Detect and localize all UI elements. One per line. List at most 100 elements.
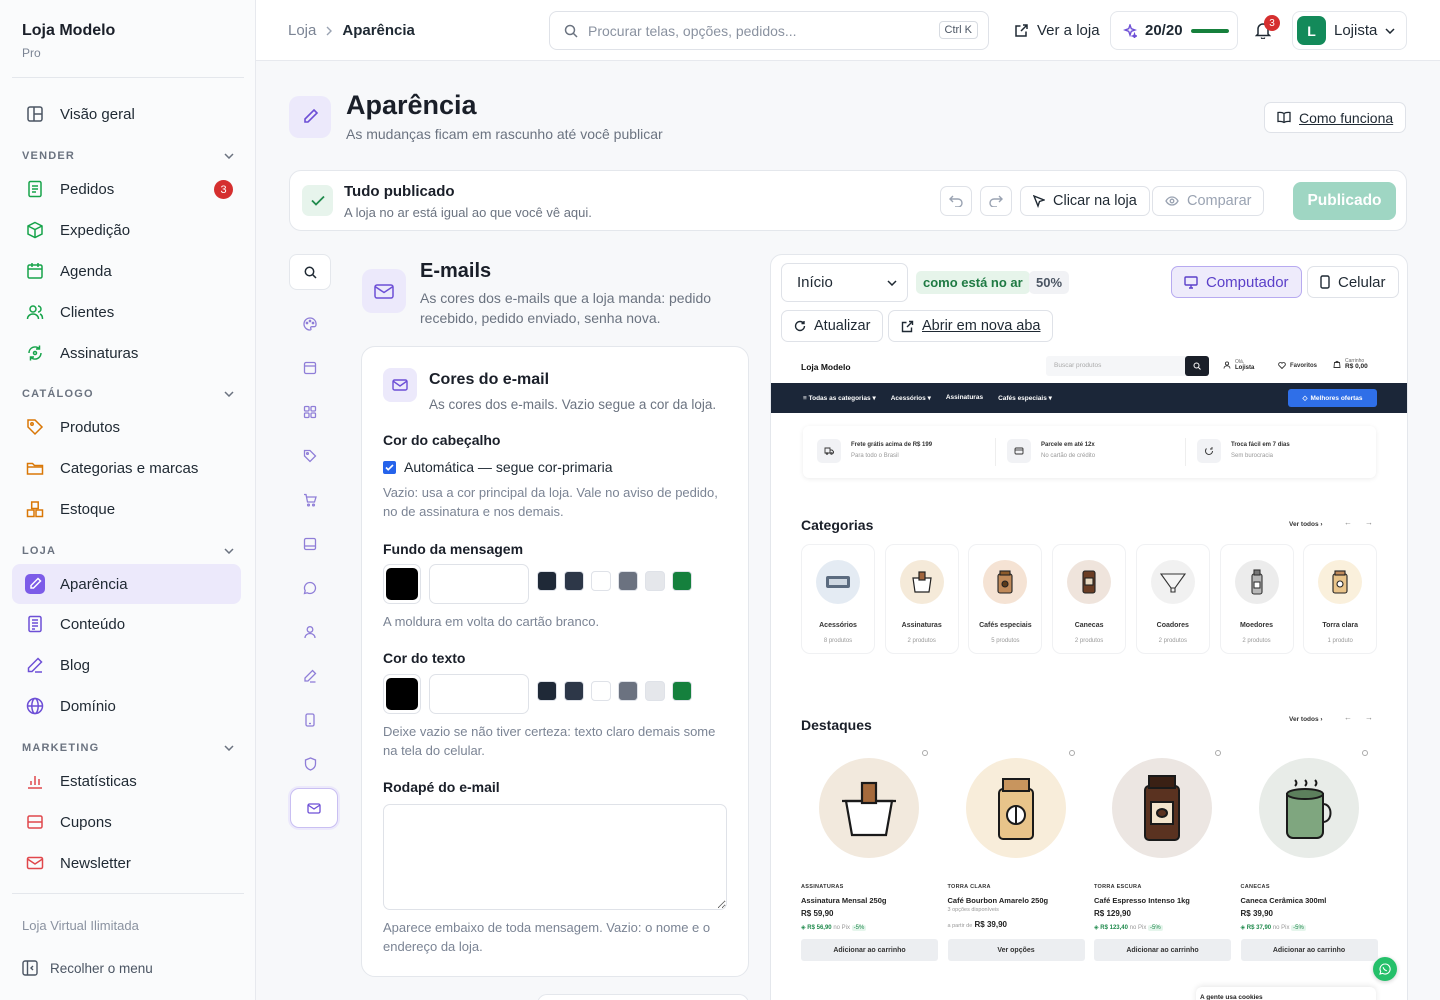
categories-prev[interactable]: ←: [1344, 518, 1352, 527]
redo-button[interactable]: [980, 186, 1012, 216]
category-card[interactable]: Acessórios 8 produtos: [802, 545, 874, 653]
category-card[interactable]: Canecas 2 produtos: [1053, 545, 1126, 653]
rail-emails[interactable]: [290, 788, 338, 828]
menu-acessorios[interactable]: Acessórios ▾: [891, 394, 931, 402]
rail-edit[interactable]: [290, 656, 330, 696]
category-card[interactable]: Assinaturas 2 produtos: [885, 545, 958, 653]
color-swatch[interactable]: [618, 681, 638, 701]
search-icon[interactable]: [1185, 356, 1209, 376]
preview-page-select[interactable]: Início: [781, 263, 908, 302]
header-auto-toggle[interactable]: Automática — segue cor-primaria: [383, 459, 613, 475]
product-action-button[interactable]: Ver opções: [947, 939, 1085, 961]
rail-chat[interactable]: [290, 568, 330, 608]
heart-icon[interactable]: [1215, 750, 1221, 756]
refresh-preview-button[interactable]: Atualizar: [781, 310, 884, 342]
menu-all-categories[interactable]: ≡ Todas as categorias ▾: [803, 394, 876, 402]
section-vender[interactable]: VENDER: [22, 150, 234, 162]
featured-next[interactable]: →: [1365, 713, 1373, 722]
menu-assinaturas[interactable]: Assinaturas: [946, 394, 983, 402]
sidebar-item-pedidos[interactable]: Pedidos 3: [12, 169, 241, 209]
store-cart[interactable]: Carrinho R$ 0,00: [1333, 358, 1368, 370]
published-button[interactable]: Publicado: [1293, 182, 1396, 220]
color-swatch[interactable]: [672, 681, 692, 701]
sidebar-item-overview[interactable]: Visão geral: [12, 94, 241, 134]
rail-mobile[interactable]: [290, 700, 330, 740]
sidebar-item-dominio[interactable]: Domínio: [12, 686, 241, 726]
sidebar-item-assinaturas[interactable]: Assinaturas: [12, 333, 241, 373]
rail-blocks[interactable]: [290, 392, 330, 432]
product-action-button[interactable]: Adicionar ao carrinho: [1094, 939, 1231, 961]
color-swatch[interactable]: [645, 681, 665, 701]
footer-textarea[interactable]: [383, 804, 727, 910]
checkbox-checked[interactable]: [383, 460, 396, 474]
sidebar-item-categorias[interactable]: Categorias e marcas: [12, 448, 241, 488]
category-card[interactable]: Torra clara 1 produto: [1304, 545, 1377, 653]
notifications-button[interactable]: 3: [1252, 11, 1280, 50]
section-catalogo[interactable]: CATÁLOGO: [22, 388, 234, 400]
whatsapp-icon[interactable]: [1373, 957, 1397, 981]
color-swatch[interactable]: [537, 571, 557, 591]
heart-icon[interactable]: [1068, 750, 1075, 756]
sidebar-item-estoque[interactable]: Estoque: [12, 489, 241, 529]
menu-cafes[interactable]: Cafés especiais ▾: [998, 394, 1052, 402]
heart-icon[interactable]: [1361, 750, 1368, 756]
breadcrumb-root[interactable]: Loja: [288, 22, 316, 39]
compare-button[interactable]: Comparar: [1152, 186, 1265, 216]
rail-account[interactable]: [290, 612, 330, 652]
text-color-picker[interactable]: [383, 674, 421, 714]
text-color-input[interactable]: [429, 674, 529, 714]
color-swatch[interactable]: [537, 681, 557, 701]
categories-see-all[interactable]: Ver todos ›: [1289, 521, 1323, 528]
how-it-works-button[interactable]: Como funciona: [1264, 102, 1407, 133]
mobile-view-button[interactable]: Celular: [1307, 266, 1399, 298]
open-new-tab-button[interactable]: Abrir em nova aba: [888, 310, 1054, 342]
undo-button[interactable]: [940, 186, 972, 216]
store-favorites[interactable]: Favoritos: [1278, 362, 1317, 369]
sidebar-item-estatisticas[interactable]: Estatísticas: [12, 761, 241, 801]
sidebar-item-newsletter[interactable]: Newsletter: [12, 843, 241, 883]
sidebar-item-produtos[interactable]: Produtos: [12, 407, 241, 447]
sidebar-item-agenda[interactable]: Agenda: [12, 251, 241, 291]
sidebar-item-conteudo[interactable]: Conteúdo: [12, 604, 241, 644]
heart-icon[interactable]: [922, 750, 928, 756]
rail-footer[interactable]: [290, 524, 330, 564]
sidebar-item-blog[interactable]: Blog: [12, 645, 241, 685]
rail-header[interactable]: [290, 348, 330, 388]
color-swatch[interactable]: [591, 571, 611, 591]
color-swatch[interactable]: [564, 571, 584, 591]
section-loja[interactable]: LOJA: [22, 545, 234, 557]
brand[interactable]: Loja Modelo Pro: [22, 22, 115, 60]
rail-product[interactable]: [290, 436, 330, 476]
user-menu[interactable]: L Lojista: [1292, 11, 1407, 50]
rail-cart[interactable]: [290, 480, 330, 520]
sidebar-item-cupons[interactable]: Cupons: [12, 802, 241, 842]
global-search[interactable]: Ctrl K: [549, 11, 989, 50]
sidebar-item-clientes[interactable]: Clientes: [12, 292, 241, 332]
featured-prev[interactable]: ←: [1344, 713, 1352, 722]
rail-security[interactable]: [290, 744, 330, 784]
background-color-input[interactable]: [429, 564, 529, 604]
click-store-button[interactable]: Clicar na loja: [1020, 186, 1150, 216]
desktop-view-button[interactable]: Computador: [1171, 266, 1302, 298]
rail-colors[interactable]: [290, 304, 330, 344]
category-card[interactable]: Cafés especiais 5 produtos: [969, 545, 1042, 653]
collapse-menu-button[interactable]: Recolher o menu: [22, 960, 153, 976]
section-search-button[interactable]: [289, 254, 331, 290]
color-swatch[interactable]: [564, 681, 584, 701]
category-card[interactable]: Moedores 2 produtos: [1220, 545, 1293, 653]
color-swatch[interactable]: [591, 681, 611, 701]
sidebar-item-aparencia[interactable]: Aparência: [12, 564, 241, 604]
category-card[interactable]: Coadores 2 produtos: [1136, 545, 1209, 653]
color-swatch[interactable]: [618, 571, 638, 591]
section-marketing[interactable]: MARKETING: [22, 742, 234, 754]
best-offers-button[interactable]: ◇ Melhores ofertas: [1288, 389, 1377, 407]
setup-progress[interactable]: 20/20: [1110, 11, 1238, 50]
view-store-button[interactable]: Ver a loja: [1012, 11, 1102, 50]
color-swatch[interactable]: [645, 571, 665, 591]
color-swatch[interactable]: [672, 571, 692, 591]
product-action-button[interactable]: Adicionar ao carrinho: [1240, 939, 1378, 961]
product-action-button[interactable]: Adicionar ao carrinho: [801, 939, 938, 961]
search-input[interactable]: [588, 22, 918, 39]
background-color-picker[interactable]: [383, 564, 421, 604]
categories-next[interactable]: →: [1365, 518, 1373, 527]
